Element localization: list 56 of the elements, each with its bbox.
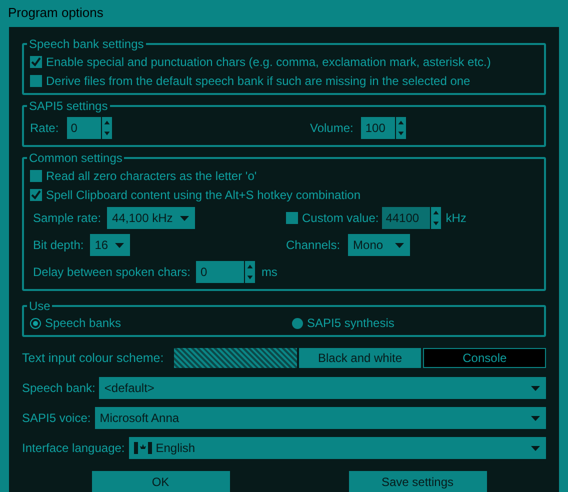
caret-icon — [114, 242, 124, 248]
checkbox[interactable] — [30, 188, 42, 200]
number-field[interactable]: 44100 — [382, 207, 430, 229]
caret-icon — [531, 416, 540, 420]
unit-label: kHz — [446, 210, 466, 227]
field-label: Bit depth: — [33, 237, 84, 254]
dropdown[interactable]: 16 — [90, 234, 130, 256]
checkbox-label: Read all zero characters as the letter 'o' — [46, 168, 257, 184]
caret-icon — [395, 242, 404, 248]
checkbox-label: Enable special and punctuation chars (e.g. comma, exclamation mark, asterisk etc.) — [46, 54, 491, 70]
radio-label: SAPI5 synthesis — [307, 315, 394, 332]
checkbox[interactable] — [30, 56, 42, 68]
caret-icon — [180, 216, 190, 220]
field-label: Speech bank: — [22, 380, 96, 397]
flag-icon — [134, 442, 152, 454]
colour-scheme-option[interactable]: Black and white — [298, 348, 422, 368]
field-label: Interface language: — [22, 440, 126, 457]
spinner-icon[interactable] — [245, 261, 256, 283]
group-title: Common settings — [27, 150, 124, 166]
spinner-icon[interactable] — [396, 117, 406, 139]
caret-icon — [531, 386, 540, 390]
dropdown[interactable]: <default> — [99, 377, 546, 399]
dropdown[interactable]: Mono — [348, 234, 410, 256]
field-label: Volume: — [310, 120, 354, 137]
dropdown[interactable]: English — [128, 437, 546, 459]
field-label: SAPI5 voice: — [22, 410, 92, 427]
unit-label: ms — [261, 264, 278, 281]
number-field[interactable]: 0 — [66, 117, 101, 139]
number-field[interactable]: 0 — [196, 261, 244, 283]
dropdown[interactable]: Microsoft Anna — [94, 407, 546, 429]
dropdown[interactable]: 44,100 kHz — [107, 207, 196, 229]
field-label: Rate: — [30, 120, 59, 137]
radio-label: Speech banks — [45, 315, 122, 332]
dialog-button[interactable]: Save settings — [348, 471, 486, 492]
checkbox[interactable] — [286, 212, 298, 224]
field-label: Channels: — [286, 237, 340, 254]
caret-icon — [531, 446, 540, 450]
group-title: Speech bank settings — [27, 36, 146, 52]
checkbox-label: Spell Clipboard content using the Alt+S hotkey combination — [46, 186, 361, 204]
field-label: Sample rate: — [33, 210, 102, 227]
checkbox-label: Derive files from the default speech bank if such are missing in the selected one — [46, 72, 470, 90]
dialog-button[interactable]: OK — [92, 471, 230, 492]
checkbox[interactable] — [30, 170, 42, 182]
colour-scheme-option[interactable] — [174, 348, 297, 368]
field-label: Text input colour scheme: — [22, 350, 165, 367]
colour-scheme-option[interactable]: Console — [423, 348, 546, 368]
checkbox[interactable] — [30, 74, 42, 86]
radio-button[interactable] — [292, 318, 303, 328]
field-label: Delay between spoken chars: — [33, 264, 190, 281]
group-title: SAPI5 settings — [27, 98, 110, 114]
number-field[interactable]: 100 — [361, 117, 396, 139]
spinner-icon[interactable] — [102, 117, 112, 139]
radio-button[interactable] — [30, 318, 41, 328]
checkbox-label: Custom value: — [302, 210, 379, 227]
window-title: Program options — [8, 4, 104, 22]
spinner-icon[interactable] — [430, 207, 441, 229]
